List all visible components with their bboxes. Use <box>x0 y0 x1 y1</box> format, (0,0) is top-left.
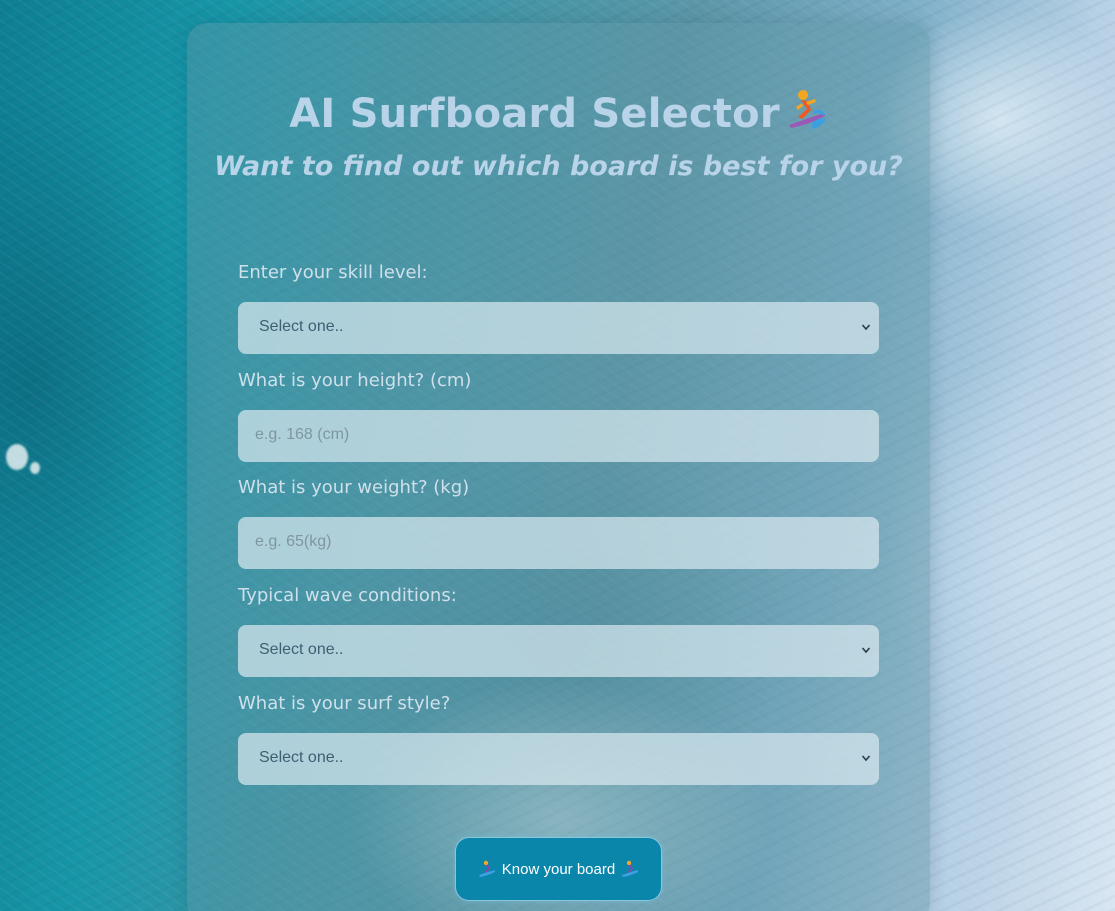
skill-level-label: Enter your skill level: <box>238 262 428 283</box>
surf-style-select[interactable]: Select one.. <box>238 733 879 785</box>
weight-input[interactable]: e.g. 65(kg) <box>238 517 879 569</box>
surf-style-label: What is your surf style? <box>238 693 451 714</box>
height-placeholder: e.g. 168 (cm) <box>255 426 350 443</box>
weight-placeholder: e.g. 65(kg) <box>255 533 332 550</box>
weight-label: What is your weight? (kg) <box>238 477 470 498</box>
foam-splash <box>30 462 40 474</box>
page-subtitle: Want to find out which board is best for… <box>214 151 903 182</box>
wave-conditions-selected: Select one.. <box>259 641 344 658</box>
skill-level-selected: Select one.. <box>259 318 344 335</box>
surfer-icon <box>621 860 639 878</box>
page-title: AI Surfboard Selector <box>187 89 930 137</box>
selector-card: AI Surfboard Selector Want to find out w… <box>187 23 930 911</box>
wave-conditions-label: Typical wave conditions: <box>238 585 457 606</box>
know-your-board-button[interactable]: Know your board <box>455 837 662 901</box>
height-label: What is your height? (cm) <box>238 370 472 391</box>
surfer-icon <box>786 89 828 133</box>
page-title-text: AI Surfboard Selector <box>289 91 780 137</box>
surfer-icon <box>478 860 496 878</box>
chevron-down-icon <box>861 324 871 331</box>
chevron-down-icon <box>861 755 871 762</box>
wave-conditions-select[interactable]: Select one.. <box>238 625 879 677</box>
chevron-down-icon <box>861 647 871 654</box>
foam-splash <box>6 444 28 470</box>
height-input[interactable]: e.g. 168 (cm) <box>238 410 879 462</box>
surf-style-selected: Select one.. <box>259 749 344 766</box>
skill-level-select[interactable]: Select one.. <box>238 302 879 354</box>
know-your-board-label: Know your board <box>501 860 616 878</box>
